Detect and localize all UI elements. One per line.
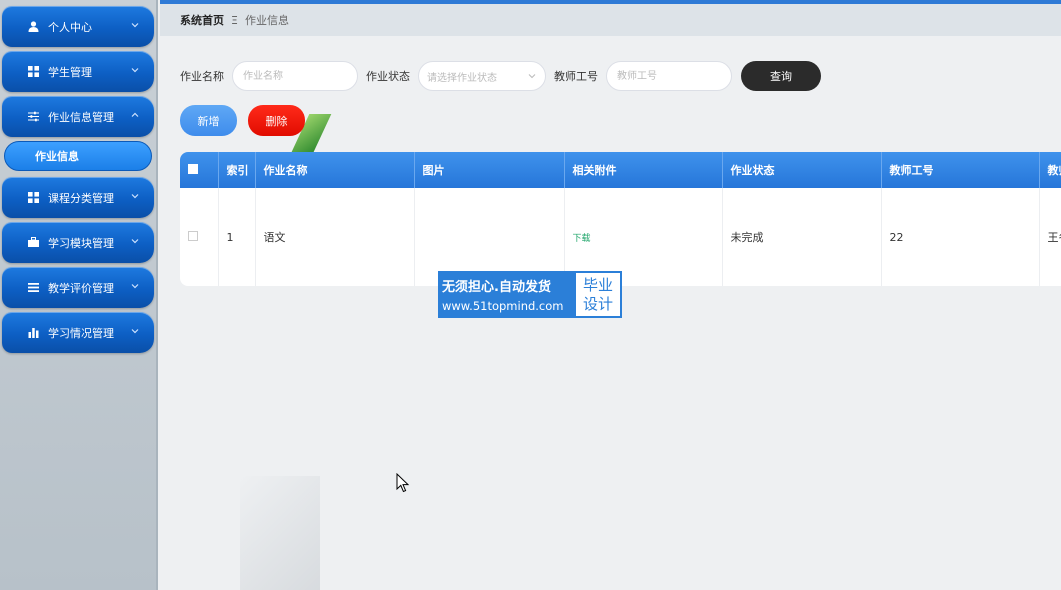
sidebar-item-course-category[interactable]: 课程分类管理 [2,177,154,218]
teacher-id-input[interactable] [606,61,732,91]
sidebar-item-teaching-evaluation[interactable]: 教学评价管理 [2,267,154,308]
bar-chart-icon [27,327,39,339]
chevron-down-icon [131,68,139,73]
decorative-paper-fold [240,476,320,590]
column-header-index: 索引 [218,152,256,188]
list-icon [27,282,39,294]
column-header-teacher-id: 教师工号 [881,152,1040,188]
cell-status: 未完成 [722,188,882,286]
teacher-id-label: 教师工号 [554,70,598,83]
sidebar: 个人中心 学生管理 作业信息管理 作业信息 课程分类管理 学习模块管理 教学评价… [0,0,158,590]
table-header-row: 索引 作业名称 图片 相关附件 作业状态 教师工号 教师 [180,152,1061,188]
chevron-down-icon [131,23,139,28]
breadcrumb-separator: Ξ [231,13,238,27]
sidebar-item-learning-status[interactable]: 学习情况管理 [2,312,154,353]
chevron-down-icon [528,74,536,79]
sliders-icon [27,111,39,123]
sidebar-item-learning-module[interactable]: 学习模块管理 [2,222,154,263]
select-all-checkbox[interactable] [188,163,198,174]
grid-icon [27,192,39,204]
chevron-down-icon [131,284,139,289]
watermark-right-line1: 毕业 [582,276,613,294]
download-link[interactable]: 下载 [573,234,591,244]
homework-table: 索引 作业名称 图片 相关附件 作业状态 教师工号 教师 1 语文 下载 未完成 [180,152,1061,286]
sidebar-item-personal-center[interactable]: 个人中心 [2,6,154,47]
breadcrumb: 系统首页 Ξ 作业信息 [160,4,1061,36]
query-button[interactable]: 查询 [741,61,821,91]
watermark-line2: www.51topmind.com [442,299,564,313]
sidebar-item-label: 作业信息管理 [48,110,114,124]
homework-status-placeholder: 请选择作业状态 [427,72,497,84]
homework-status-select[interactable]: 请选择作业状态 [418,61,546,91]
user-icon [27,21,39,33]
watermark-right-line2: 设计 [582,295,613,313]
sidebar-item-label: 学生管理 [48,65,92,79]
breadcrumb-home[interactable]: 系统首页 [180,12,224,28]
sidebar-item-homework-management[interactable]: 作业信息管理 [2,96,154,137]
homework-name-label: 作业名称 [180,70,224,83]
grid-icon [27,66,39,78]
watermark-line1: 无须担心.自动发货 [442,280,551,295]
sidebar-item-student-management[interactable]: 学生管理 [2,51,154,92]
homework-status-label: 作业状态 [366,70,410,83]
sidebar-item-label: 课程分类管理 [48,191,114,205]
select-all-cell [180,152,219,188]
watermark-right: 毕业 设计 [574,271,622,318]
sidebar-item-label: 学习情况管理 [48,326,114,340]
column-header-teacher-name: 教师 [1039,152,1061,188]
sidebar-item-label: 学习模块管理 [48,236,114,250]
briefcase-icon [27,237,39,249]
column-header-status: 作业状态 [722,152,882,188]
cell-name: 语文 [255,188,415,286]
chevron-down-icon [131,329,139,334]
chevron-up-icon [131,112,139,117]
column-header-attachment: 相关附件 [564,152,723,188]
action-buttons: 新增 删除 [180,105,305,136]
add-button[interactable]: 新增 [180,105,237,136]
row-checkbox[interactable] [188,230,198,241]
search-bar: 作业名称 作业状态 请选择作业状态 教师工号 查询 [180,61,821,91]
watermark-left: 无须担心.自动发货 www.51topmind.com [438,271,574,318]
watermark-banner: 无须担心.自动发货 www.51topmind.com 毕业 设计 [438,271,622,318]
column-header-image: 图片 [414,152,565,188]
column-header-name: 作业名称 [255,152,415,188]
sidebar-subitem-label: 作业信息 [35,150,79,163]
row-select-cell [180,188,219,286]
sidebar-item-label: 教学评价管理 [48,281,114,295]
mouse-cursor-icon [396,473,410,493]
cell-teacher-id: 22 [881,188,1040,286]
cell-teacher-name: 王冬 [1039,188,1061,286]
sidebar-item-label: 个人中心 [48,20,92,34]
chevron-down-icon [131,194,139,199]
sidebar-subitem-homework-info[interactable]: 作业信息 [4,141,152,171]
cell-index: 1 [218,188,256,286]
delete-button[interactable]: 删除 [248,105,305,136]
chevron-down-icon [131,239,139,244]
homework-name-input[interactable] [232,61,358,91]
breadcrumb-current: 作业信息 [244,14,289,27]
